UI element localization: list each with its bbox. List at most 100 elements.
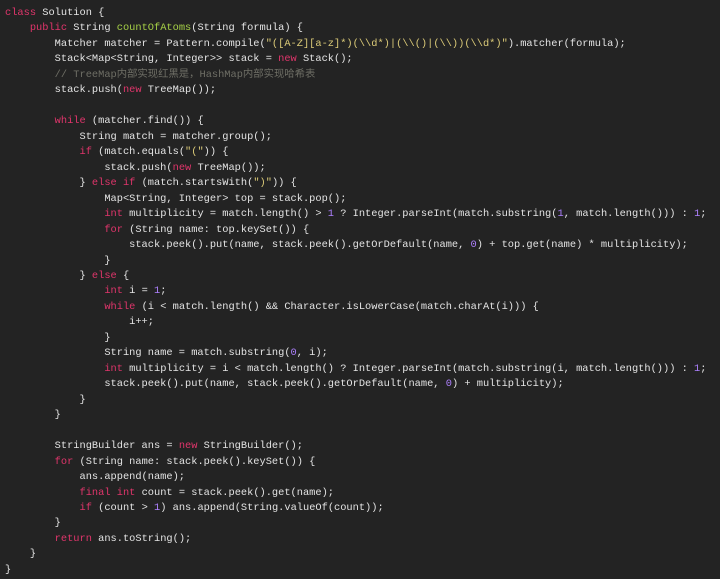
code-line: stack.peek().put(name, stack.peek().getO… bbox=[5, 377, 707, 392]
code-text: ; bbox=[700, 362, 707, 375]
code-line: i++; bbox=[5, 315, 707, 330]
code-text: TreeMap()); bbox=[141, 84, 217, 97]
code-text: ans.toString(); bbox=[91, 532, 192, 545]
code-text: ? Integer.parseInt(match.substring( bbox=[334, 208, 558, 221]
code-text: TreeMap()); bbox=[191, 161, 266, 174]
code-text: stack.peek().put(name, stack.peek().getO… bbox=[5, 239, 471, 252]
code-line: Map<String, Integer> top = stack.pop(); bbox=[5, 192, 707, 207]
code-text: } bbox=[5, 563, 12, 576]
code-text: (String name: top.keySet()) { bbox=[122, 223, 310, 236]
code-line: stack.peek().put(name, stack.peek().getO… bbox=[5, 238, 707, 253]
keyword: new bbox=[172, 161, 192, 174]
code-text: (String formula) { bbox=[191, 22, 303, 35]
code-text: multiplicity = match.length() > bbox=[122, 208, 328, 221]
code-text: stack.push( bbox=[5, 161, 173, 174]
code-text: (i < match.length() && Character.isLower… bbox=[135, 300, 539, 313]
code-text: i = bbox=[122, 285, 154, 298]
code-text: { bbox=[116, 269, 130, 282]
code-line: } bbox=[5, 516, 707, 531]
code-text: (match.startsWith( bbox=[135, 177, 254, 190]
code-line: } bbox=[5, 563, 707, 578]
keyword: int bbox=[104, 285, 123, 298]
code-line: if (count > 1) ans.append(String.valueOf… bbox=[5, 501, 707, 516]
code-line: } bbox=[5, 254, 707, 269]
code-line: String name = match.substring(0, i); bbox=[5, 346, 707, 361]
code-text: } bbox=[5, 393, 86, 406]
code-text: String name = match.substring( bbox=[5, 347, 291, 360]
code-text: StringBuilder(); bbox=[197, 440, 303, 453]
code-line: int multiplicity = i < match.length() ? … bbox=[5, 362, 707, 377]
code-text: ).matcher(formula); bbox=[507, 37, 626, 50]
code-text: String match = matcher.group(); bbox=[5, 130, 272, 143]
code-text: (match.equals( bbox=[91, 146, 186, 159]
keyword: for bbox=[54, 455, 74, 468]
code-line: public String countOfAtoms(String formul… bbox=[5, 21, 707, 36]
keyword: class bbox=[5, 7, 37, 19]
keyword: while bbox=[54, 115, 86, 128]
code-text: (count > bbox=[91, 502, 154, 514]
code-text: ) + multiplicity); bbox=[451, 378, 564, 391]
code-text: } bbox=[5, 517, 61, 530]
keyword: else if bbox=[91, 177, 136, 190]
code-text: )) { bbox=[271, 177, 297, 190]
code-text: } bbox=[5, 269, 92, 282]
code-line: while (i < match.length() && Character.i… bbox=[5, 300, 707, 315]
keyword: int bbox=[104, 362, 123, 375]
code-line: String match = matcher.group(); bbox=[5, 130, 707, 145]
code-text: ; bbox=[160, 285, 167, 298]
keyword: final int bbox=[79, 486, 136, 499]
code-line: } bbox=[5, 408, 707, 423]
keyword: int bbox=[104, 208, 123, 221]
keyword: else bbox=[91, 269, 117, 282]
code-line: int multiplicity = match.length() > 1 ? … bbox=[5, 207, 707, 222]
keyword: if bbox=[79, 502, 92, 514]
code-line: class Solution { bbox=[5, 6, 707, 21]
code-text: Solution { bbox=[36, 7, 105, 19]
code-text: } bbox=[5, 331, 111, 344]
code-line: stack.push(new TreeMap()); bbox=[5, 161, 707, 176]
code-text: (matcher.find()) { bbox=[85, 115, 204, 128]
code-line: return ans.toString(); bbox=[5, 532, 707, 547]
code-line: Matcher matcher = Pattern.compile("([A-Z… bbox=[5, 37, 707, 52]
code-line: for (String name: stack.peek().keySet())… bbox=[5, 455, 707, 470]
code-line: } bbox=[5, 331, 707, 346]
keyword: return bbox=[54, 532, 92, 545]
code-text: ) + top.get(name) * multiplicity); bbox=[476, 239, 688, 252]
keyword: new bbox=[122, 84, 142, 97]
keyword: for bbox=[104, 223, 123, 236]
code-text: , match.length())) : bbox=[563, 208, 695, 221]
string-literal: "(" bbox=[185, 146, 204, 159]
code-editor[interactable]: class Solution { public String countOfAt… bbox=[5, 6, 707, 578]
code-line: if (match.equals("(")) { bbox=[5, 145, 707, 160]
code-text: StringBuilder ans = bbox=[5, 440, 179, 453]
keyword: public bbox=[29, 22, 68, 35]
code-text: Map<String, Integer> top = stack.pop(); bbox=[5, 192, 347, 205]
keyword: if bbox=[79, 146, 92, 159]
keyword: new bbox=[278, 53, 297, 66]
code-line: } bbox=[5, 547, 707, 562]
code-text: )) { bbox=[203, 146, 229, 159]
code-text: stack.push( bbox=[5, 84, 123, 97]
code-line: } else if (match.startsWith(")")) { bbox=[5, 176, 707, 191]
code-line: ans.append(name); bbox=[5, 470, 707, 485]
code-line: // TreeMap内部实现红黑是，HashMap内部实现哈希表 bbox=[5, 68, 707, 83]
code-text: } bbox=[5, 177, 92, 190]
code-text: , i); bbox=[296, 347, 328, 360]
code-line: } else { bbox=[5, 269, 707, 284]
string-literal: ")" bbox=[253, 177, 272, 190]
code-line: final int count = stack.peek().get(name)… bbox=[5, 486, 707, 501]
code-text: ) ans.append(String.valueOf(count)); bbox=[160, 502, 384, 514]
keyword: while bbox=[104, 300, 136, 313]
code-text: Stack(); bbox=[296, 53, 353, 66]
code-text: ; bbox=[700, 208, 707, 221]
